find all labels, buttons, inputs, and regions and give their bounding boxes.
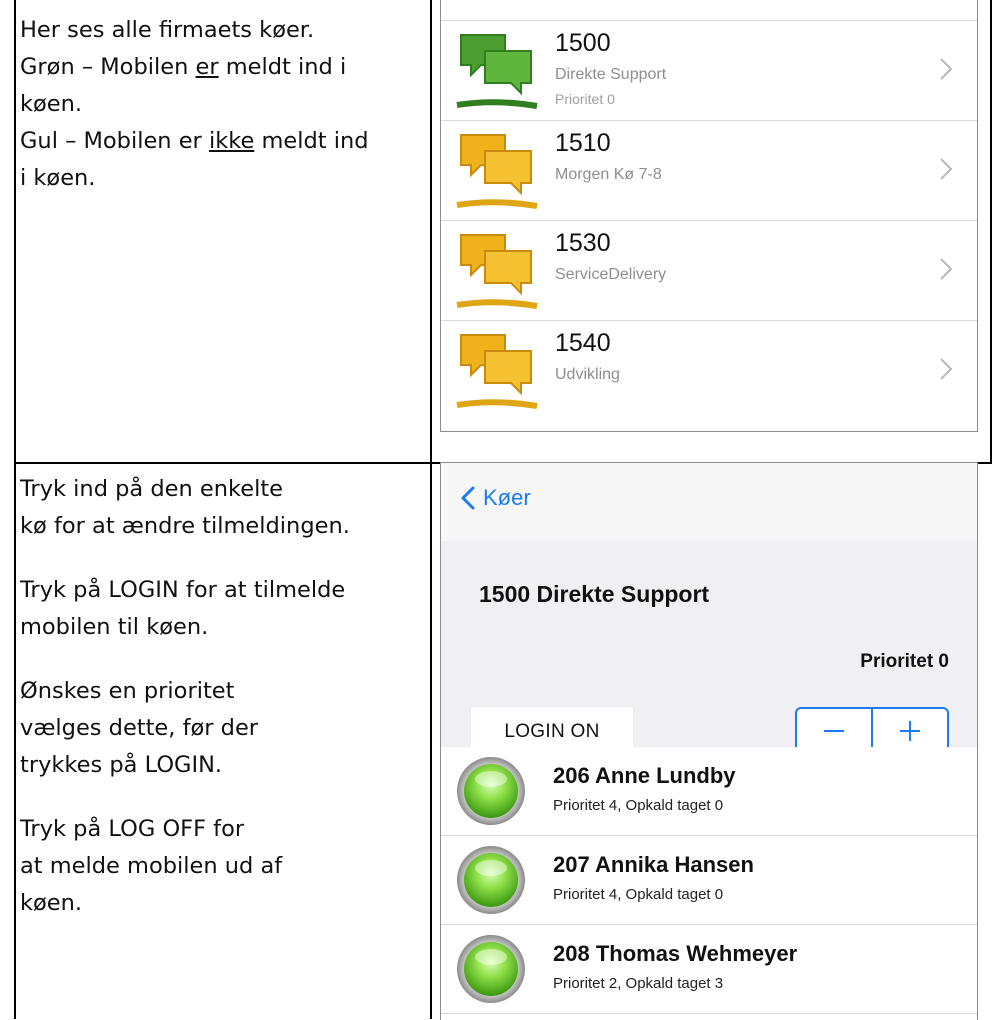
queue-number: 1540 — [555, 329, 611, 357]
intro-yellow-line-2: i køen. — [20, 165, 96, 191]
yellow-suffix: meldt ind — [254, 128, 369, 154]
instruction-3-line-1: Ønskes en prioritet — [20, 678, 235, 704]
plus-icon — [900, 721, 920, 741]
chat-bubbles-yellow-icon — [456, 134, 538, 209]
table-divider-middle — [430, 0, 432, 1019]
instruction-2-line-2: mobilen til køen. — [20, 614, 209, 640]
intro-green-line: Grøn – Mobilen er meldt ind i — [20, 49, 369, 86]
queue-priority-label: Prioritet 0 — [860, 651, 949, 672]
intro-text: Her ses alle firmaets køer. Grøn – Mobil… — [20, 12, 369, 197]
back-label: Køer — [483, 485, 531, 510]
instructions-text: Tryk ind på den enkelte kø for at ændre … — [20, 471, 350, 922]
intro-line-1: Her ses alle firmaets køer. — [20, 17, 315, 43]
chat-bubbles-green-icon — [456, 34, 538, 109]
member-name: 208 Thomas Wehmeyer — [553, 941, 798, 966]
queue-header: 1500 Direkte Support Prioritet 0 LOGIN O… — [441, 541, 977, 757]
instruction-4-line-1: Tryk på LOG OFF for — [20, 816, 245, 842]
queue-name: ServiceDelivery — [555, 266, 667, 283]
yellow-prefix: Gul – Mobilen er — [20, 128, 209, 154]
instruction-3-line-2: vælges dette, før der — [20, 715, 259, 741]
member-list: 206 Anne Lundby Prioritet 4, Opkald tage… — [441, 747, 977, 1014]
queue-name: Direkte Support — [555, 66, 667, 83]
queue-priority: Prioritet 0 — [555, 91, 615, 107]
green-status-light-icon — [457, 935, 525, 1003]
green-prefix: Grøn – Mobilen — [20, 54, 196, 80]
queue-number: 1530 — [555, 229, 611, 257]
instruction-1-line-2: kø for at ændre tilmeldingen. — [20, 513, 350, 539]
queue-row[interactable]: 1530 ServiceDelivery — [441, 221, 977, 321]
queue-number: 1500 — [555, 29, 611, 57]
chat-bubbles-yellow-icon — [456, 334, 538, 409]
instruction-1-line-1: Tryk ind på den enkelte — [20, 476, 283, 502]
member-name: 206 Anne Lundby — [553, 763, 736, 788]
member-detail: Prioritet 4, Opkald taget 0 — [553, 797, 724, 814]
green-status-light-icon — [457, 757, 525, 825]
queue-number: 1510 — [555, 129, 611, 157]
instruction-2-line-1: Tryk på LOGIN for at tilmelde — [20, 577, 346, 603]
chevron-right-icon — [940, 258, 953, 280]
member-row[interactable]: 208 Thomas Wehmeyer Prioritet 2, Opkald … — [441, 925, 977, 1014]
instruction-4-line-3: køen. — [20, 890, 83, 916]
member-row[interactable]: 206 Anne Lundby Prioritet 4, Opkald tage… — [441, 747, 977, 836]
list-top-spacer — [441, 0, 977, 21]
queue-row[interactable]: 1500 Direkte Support Prioritet 0 — [441, 21, 977, 121]
chevron-left-icon — [461, 486, 475, 510]
member-name: 207 Annika Hansen — [553, 852, 754, 877]
member-detail: Prioritet 4, Opkald taget 0 — [553, 886, 724, 903]
queue-row[interactable]: 1540 Udvikling — [441, 321, 977, 420]
member-row[interactable]: 207 Annika Hansen Prioritet 4, Opkald ta… — [441, 836, 977, 925]
intro-green-line-2: køen. — [20, 91, 83, 117]
green-status-light-icon — [457, 846, 525, 914]
chevron-right-icon — [940, 158, 953, 180]
chevron-right-icon — [940, 58, 953, 80]
navigation-bar: Køer — [441, 463, 977, 541]
queue-name: Udvikling — [555, 366, 620, 383]
instruction-3-line-3: trykkes på LOGIN. — [20, 752, 223, 778]
intro-yellow-line: Gul – Mobilen er ikke meldt ind — [20, 123, 369, 160]
queue-name: Morgen Kø 7-8 — [555, 166, 662, 183]
green-underlined: er — [195, 54, 219, 80]
queue-title: 1500 Direkte Support — [479, 581, 710, 607]
chevron-right-icon — [940, 358, 953, 380]
green-suffix: meldt ind i — [218, 54, 347, 80]
yellow-underlined: ikke — [208, 128, 255, 154]
chat-bubbles-yellow-icon — [456, 234, 538, 309]
member-detail: Prioritet 2, Opkald taget 3 — [553, 975, 724, 992]
queue-row[interactable]: 1510 Morgen Kø 7-8 — [441, 121, 977, 221]
minus-icon — [824, 730, 844, 732]
instruction-4-line-2: at melde mobilen ud af — [20, 853, 283, 879]
queue-detail-screenshot: Køer 1500 Direkte Support Prioritet 0 LO… — [440, 462, 978, 1020]
queue-list-screenshot: 1500 Direkte Support Prioritet 0 1510 Mo… — [440, 0, 978, 432]
table-border-left — [14, 0, 16, 1019]
back-button[interactable]: Køer — [461, 485, 531, 511]
